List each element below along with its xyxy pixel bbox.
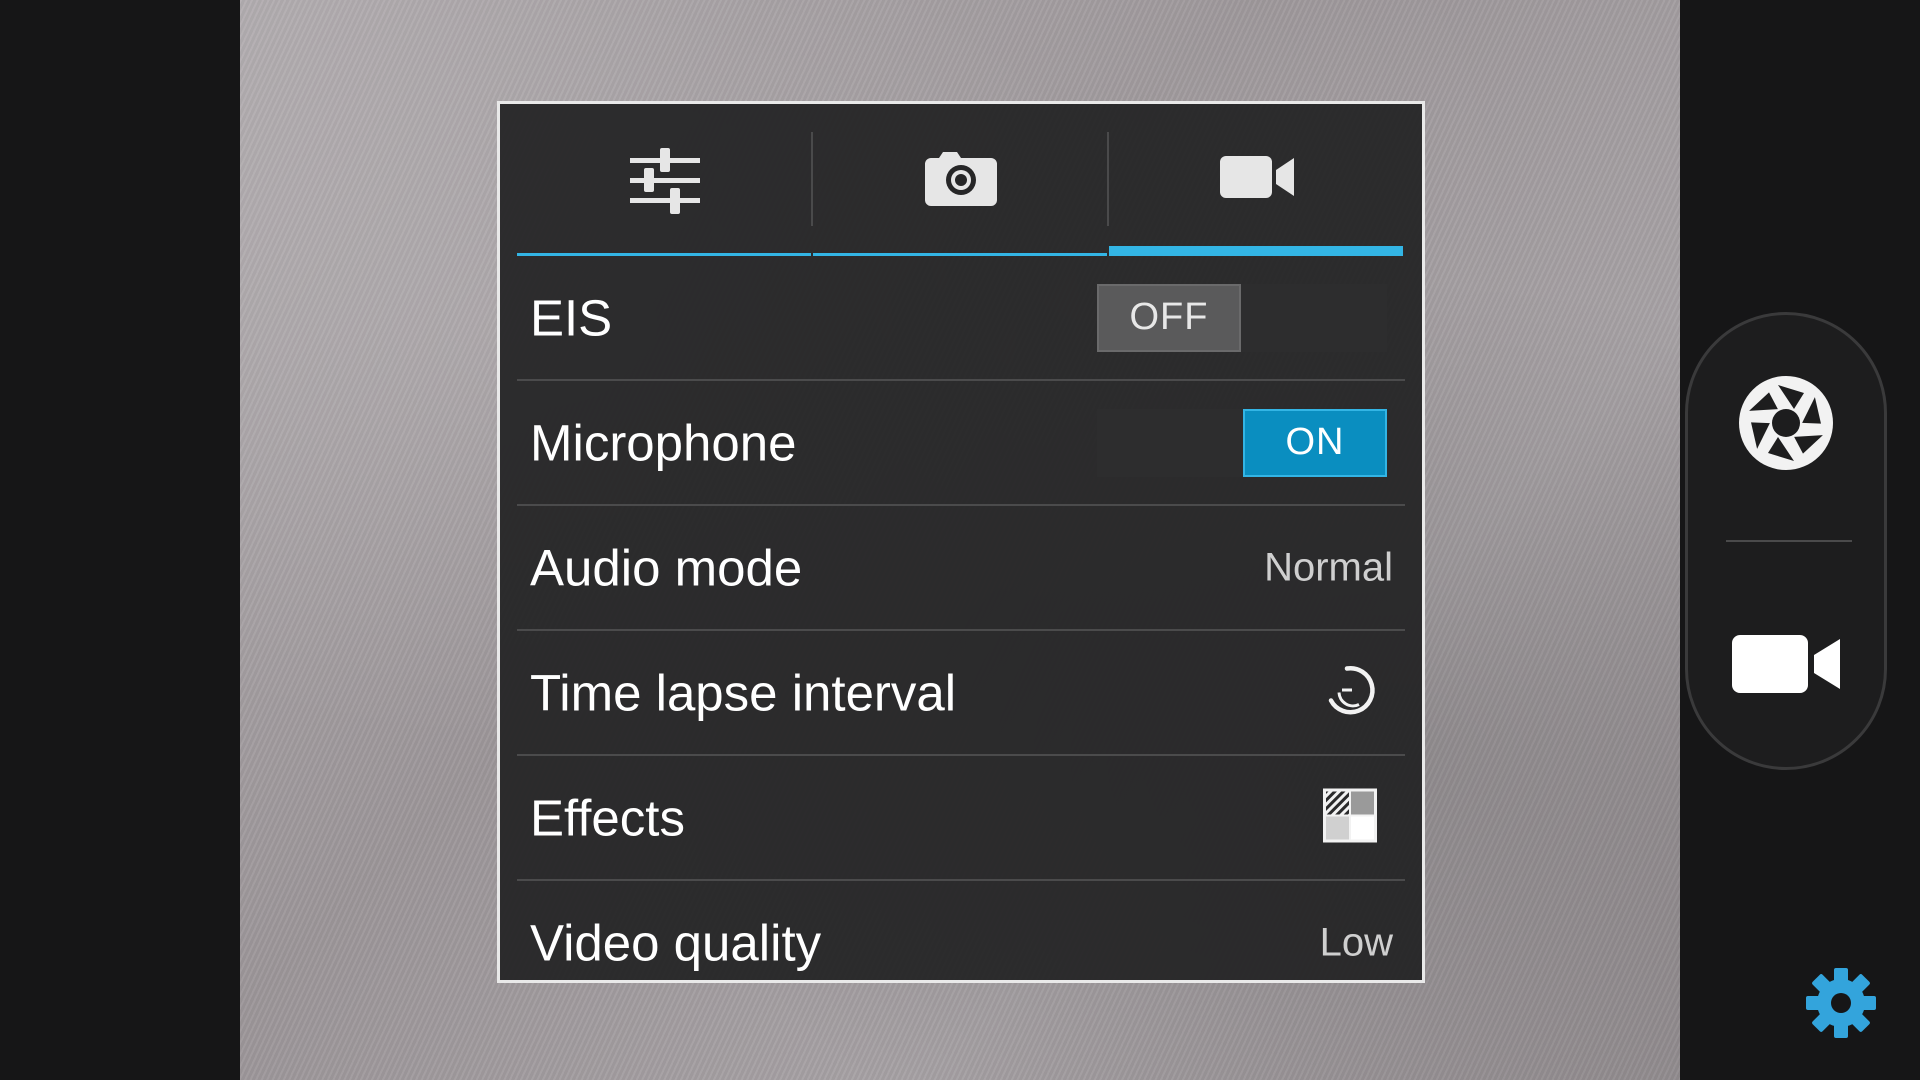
toggle-thumb: ON: [1243, 408, 1387, 477]
eis-toggle[interactable]: OFF: [1097, 283, 1387, 352]
setting-label: Time lapse interval: [530, 664, 957, 721]
sliders-icon: [630, 148, 700, 219]
setting-eis[interactable]: EIS OFF: [517, 256, 1405, 381]
setting-effects[interactable]: Effects: [517, 756, 1405, 881]
video-camera-icon: [1220, 148, 1294, 205]
microphone-toggle[interactable]: ON: [1097, 408, 1387, 477]
camera-icon: [925, 148, 997, 211]
shutter-icon: [1736, 376, 1836, 477]
gear-icon: [1806, 968, 1876, 1042]
tab-photo[interactable]: [813, 104, 1109, 256]
setting-label: Video quality: [530, 914, 822, 971]
setting-label: Audio mode: [530, 539, 803, 596]
tab-video[interactable]: [1109, 104, 1405, 256]
setting-label: Effects: [530, 789, 685, 846]
setting-value: Low: [1319, 920, 1393, 964]
settings-gear-button[interactable]: [1806, 968, 1876, 1043]
timer-off-icon: [1325, 662, 1377, 723]
setting-microphone[interactable]: Microphone ON: [517, 381, 1405, 506]
setting-label: EIS: [530, 289, 613, 346]
settings-panel: EIS OFF Microphone ON Audio mode Normal …: [497, 101, 1425, 983]
toggle-thumb: OFF: [1097, 283, 1241, 352]
setting-video-quality[interactable]: Video quality Low: [517, 881, 1405, 1004]
setting-time-lapse[interactable]: Time lapse interval: [517, 631, 1405, 756]
settings-list: EIS OFF Microphone ON Audio mode Normal …: [517, 256, 1405, 1004]
settings-tab-bar: [517, 104, 1405, 256]
camera-mode-switcher: [1685, 312, 1887, 770]
setting-value: Normal: [1264, 545, 1393, 589]
setting-label: Microphone: [530, 414, 797, 471]
setting-audio-mode[interactable]: Audio mode Normal: [517, 506, 1405, 631]
video-camera-icon: [1732, 635, 1840, 699]
video-mode-button[interactable]: [1732, 633, 1840, 700]
mode-separator: [1726, 540, 1852, 542]
tab-general[interactable]: [517, 104, 813, 256]
effects-icon: [1323, 788, 1377, 847]
photo-mode-button[interactable]: [1736, 373, 1836, 478]
